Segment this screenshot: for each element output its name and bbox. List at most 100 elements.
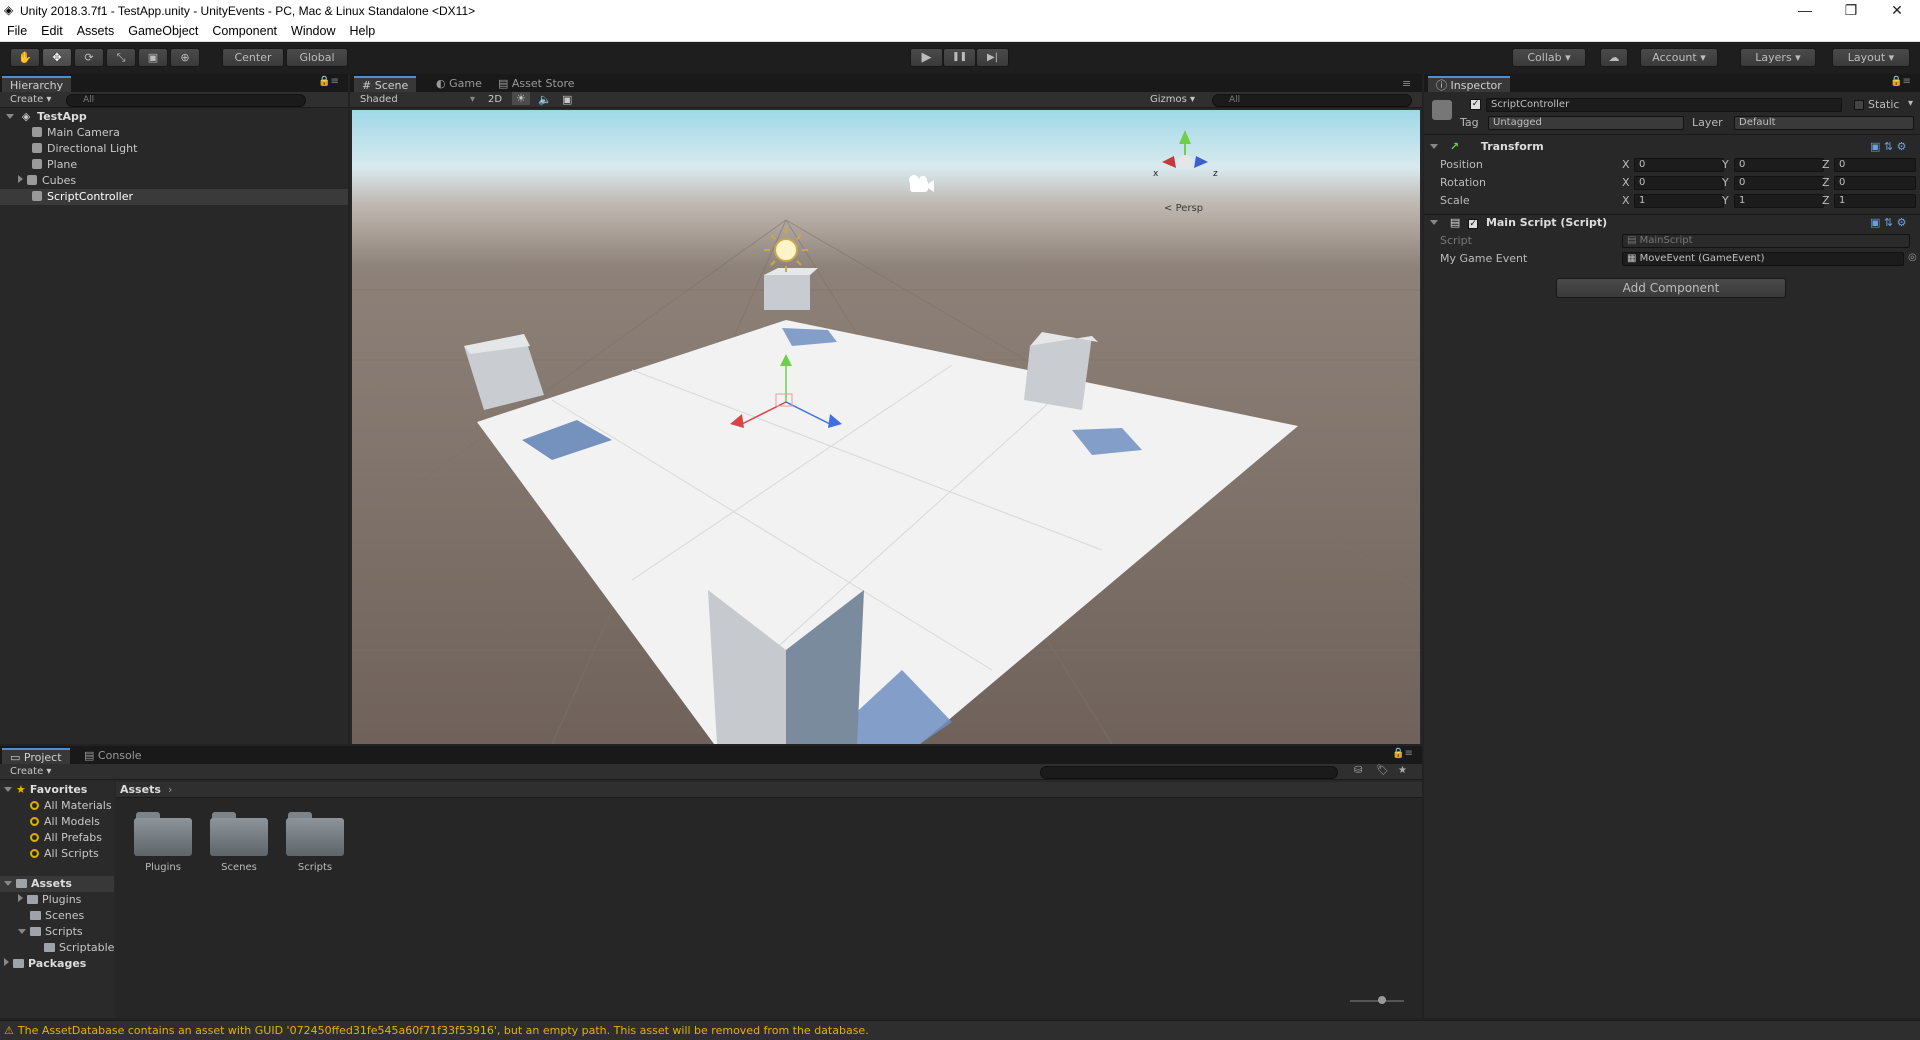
effects-toggle-icon[interactable]: ▣ <box>562 93 572 106</box>
position-x-field[interactable]: 0 <box>1634 158 1724 172</box>
packages-tree-row[interactable]: Packages <box>4 956 86 972</box>
tab-game[interactable]: ◐ Game <box>428 76 490 92</box>
menu-gameobject[interactable]: GameObject <box>121 22 205 41</box>
status-bar[interactable]: ⚠ The AssetDatabase contains an asset wit… <box>0 1020 1920 1040</box>
filter-type-icon[interactable]: ⛁ <box>1354 765 1362 776</box>
icon-size-slider[interactable] <box>1350 1000 1404 1002</box>
menu-window[interactable]: Window <box>284 22 342 41</box>
layers-dropdown[interactable]: Layers ▾ <box>1740 48 1816 67</box>
hierarchy-search-input[interactable]: All <box>66 94 306 107</box>
panel-menu-icon[interactable]: ≡ <box>1402 77 1411 90</box>
expand-arrow-icon[interactable] <box>4 881 12 886</box>
cube-back[interactable] <box>764 275 810 310</box>
favorite-all-scripts[interactable]: All Scripts <box>30 846 99 862</box>
panel-menu-icon[interactable]: 🔒≡ <box>1392 748 1413 759</box>
assets-tree-row[interactable]: Assets <box>4 876 72 892</box>
hierarchy-item-directional-light[interactable]: Directional Light <box>32 141 137 157</box>
gizmos-dropdown[interactable]: Gizmos ▾ <box>1150 94 1195 105</box>
help-icon[interactable]: ▣ ⇅ ⚙ <box>1870 140 1906 153</box>
cube-right[interactable] <box>1024 336 1092 410</box>
step-button[interactable]: ▶| <box>976 48 1009 67</box>
transform-header[interactable]: ↗ Transform <box>1430 140 1544 153</box>
hierarchy-item-main-camera[interactable]: Main Camera <box>32 125 120 141</box>
close-button[interactable]: ✕ <box>1874 0 1920 22</box>
scale-tool-icon[interactable]: ⤡ <box>106 48 136 67</box>
breadcrumb-assets[interactable]: Assets <box>120 783 161 796</box>
collapse-arrow-icon[interactable] <box>1430 144 1438 149</box>
my-game-event-field[interactable]: ▦ MoveEvent (GameEvent) <box>1622 252 1904 266</box>
play-button[interactable]: ▶ <box>910 48 943 67</box>
project-search-input[interactable] <box>1040 766 1338 779</box>
rect-tool-icon[interactable]: ▣ <box>138 48 168 67</box>
tab-scene[interactable]: # Scene <box>354 76 417 92</box>
account-dropdown[interactable]: Account ▾ <box>1640 48 1718 67</box>
favorite-star-icon[interactable]: ★ <box>1398 765 1407 776</box>
scene-search-input[interactable]: All <box>1212 94 1412 107</box>
collapse-arrow-icon[interactable] <box>1430 220 1438 225</box>
hierarchy-item-plane[interactable]: Plane <box>32 157 77 173</box>
transform-tool-icon[interactable]: ⊕ <box>170 48 200 67</box>
menu-help[interactable]: Help <box>342 22 382 41</box>
favorite-all-prefabs[interactable]: All Prefabs <box>30 830 102 846</box>
static-dropdown-icon[interactable]: ▾ <box>1908 98 1913 109</box>
menu-assets[interactable]: Assets <box>70 22 122 41</box>
rotate-tool-icon[interactable]: ⟳ <box>74 48 104 67</box>
panel-menu-icon[interactable]: 🔒≡ <box>318 76 339 87</box>
hierarchy-create-button[interactable]: Create ▾ <box>10 94 51 105</box>
folder-scenes-icon[interactable] <box>210 810 268 856</box>
expand-arrow-icon[interactable] <box>4 787 12 792</box>
menu-edit[interactable]: Edit <box>34 22 70 41</box>
layout-dropdown[interactable]: Layout ▾ <box>1832 48 1910 67</box>
tree-item-scenes[interactable]: Scenes <box>30 908 84 924</box>
project-create-button[interactable]: Create ▾ <box>10 766 51 777</box>
tab-project[interactable]: ▭ Project <box>2 748 70 764</box>
position-y-field[interactable]: 0 <box>1734 158 1824 172</box>
expand-arrow-icon[interactable] <box>18 894 23 902</box>
tree-item-scriptableobjects[interactable]: ScriptableObjects <box>44 940 114 956</box>
pivot-center-button[interactable]: Center <box>222 48 284 67</box>
scale-z-field[interactable]: 1 <box>1834 194 1916 208</box>
object-name-field[interactable]: ScriptController <box>1486 98 1842 112</box>
filter-label-icon[interactable]: 🏷 <box>1376 765 1389 776</box>
favorites-row[interactable]: ★ Favorites <box>4 782 87 798</box>
menu-file[interactable]: File <box>0 22 34 41</box>
audio-toggle-icon[interactable]: 🔈 <box>538 93 552 106</box>
scene-root-row[interactable]: ◈ TestApp <box>6 109 87 125</box>
expand-arrow-icon[interactable] <box>6 114 14 119</box>
expand-arrow-icon[interactable] <box>18 175 23 183</box>
panel-menu-icon[interactable]: 🔒≡ <box>1890 76 1911 87</box>
scale-x-field[interactable]: 1 <box>1634 194 1724 208</box>
add-component-button[interactable]: Add Component <box>1556 278 1786 298</box>
restore-button[interactable]: ❐ <box>1828 0 1874 22</box>
hand-tool-icon[interactable]: ✋ <box>10 48 40 67</box>
active-checkbox[interactable]: ✓ <box>1470 99 1481 110</box>
tab-asset-store[interactable]: ▤ Asset Store <box>490 76 583 92</box>
2d-toggle[interactable]: 2D <box>488 94 502 105</box>
scale-y-field[interactable]: 1 <box>1734 194 1824 208</box>
layer-dropdown[interactable]: Default <box>1734 116 1914 130</box>
tab-hierarchy[interactable]: Hierarchy <box>2 76 72 92</box>
object-picker-icon[interactable]: ◎ <box>1908 252 1917 263</box>
folder-plugins-icon[interactable] <box>134 810 192 856</box>
expand-arrow-icon[interactable] <box>4 958 9 966</box>
lighting-toggle-icon[interactable]: ☀ <box>512 92 530 105</box>
tab-inspector[interactable]: ⓘ Inspector <box>1428 76 1510 92</box>
menu-component[interactable]: Component <box>205 22 284 41</box>
folder-scripts-icon[interactable] <box>286 810 344 856</box>
component-enabled-checkbox[interactable]: ✓ <box>1468 219 1479 229</box>
shading-mode-dropdown[interactable]: Shaded <box>360 94 398 105</box>
rotation-z-field[interactable]: 0 <box>1834 176 1916 190</box>
static-checkbox[interactable] <box>1854 100 1864 110</box>
main-script-header[interactable]: ▤ ✓ Main Script (Script) <box>1430 216 1607 229</box>
icon-size-slider-thumb[interactable] <box>1378 996 1386 1004</box>
persp-label[interactable]: < Persp <box>1164 203 1203 214</box>
expand-arrow-icon[interactable] <box>18 929 26 934</box>
minimize-button[interactable]: — <box>1782 0 1828 22</box>
rotation-y-field[interactable]: 0 <box>1734 176 1824 190</box>
position-z-field[interactable]: 0 <box>1834 158 1916 172</box>
scene-viewport[interactable]: x z < Persp <box>352 110 1420 744</box>
pause-button[interactable]: ❚❚ <box>943 48 976 67</box>
hierarchy-item-cubes[interactable]: Cubes <box>18 173 76 189</box>
move-tool-icon[interactable]: ✥ <box>42 48 72 67</box>
cloud-icon[interactable]: ☁ <box>1600 48 1628 67</box>
